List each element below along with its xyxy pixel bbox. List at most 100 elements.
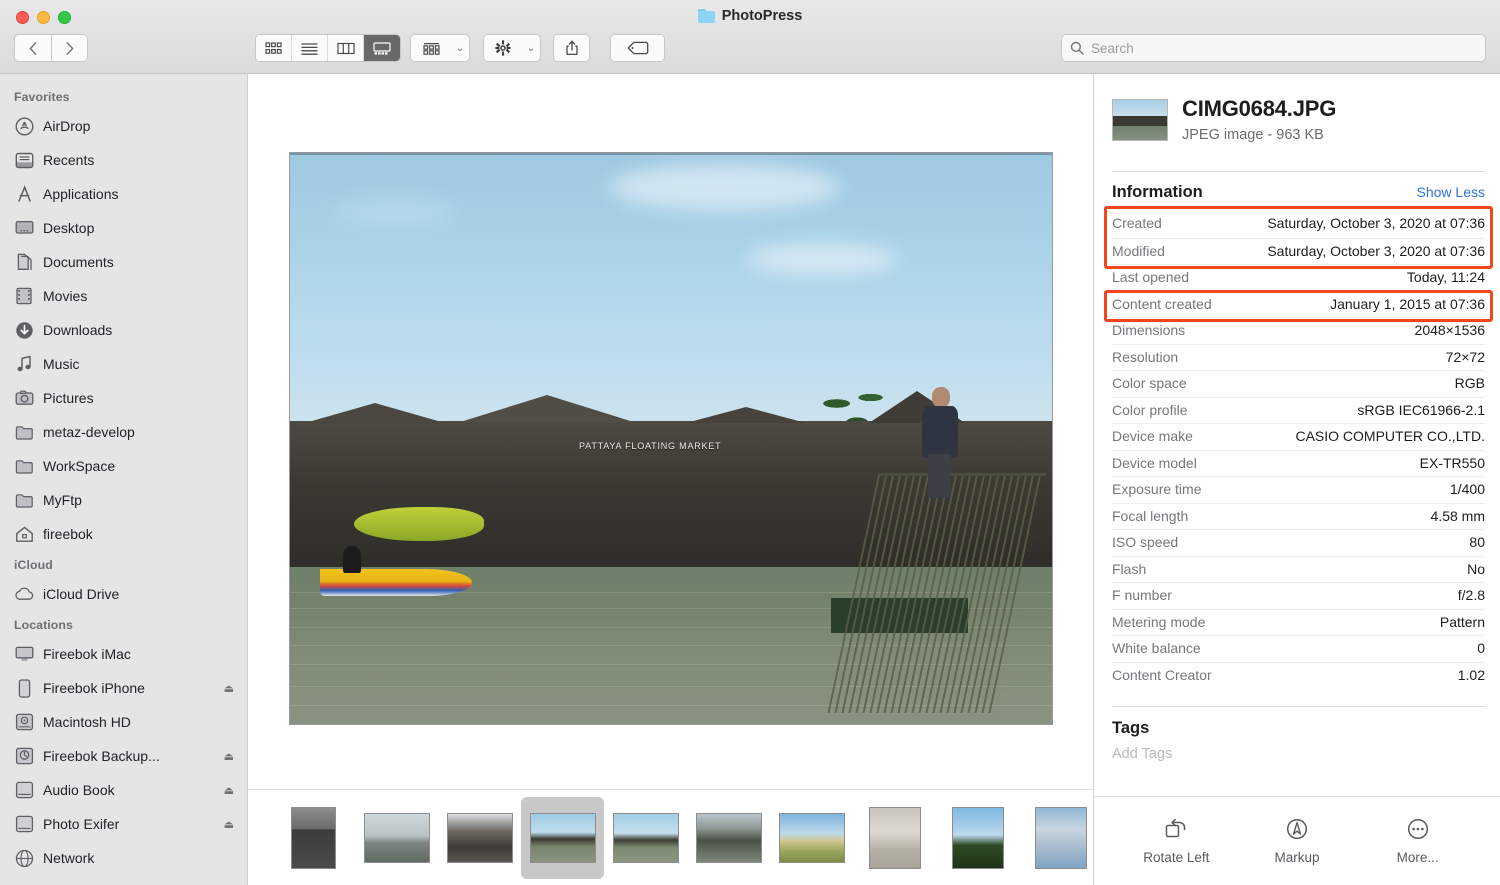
eject-icon[interactable]: ⏏ bbox=[224, 818, 234, 831]
edit-tags-button[interactable] bbox=[610, 34, 665, 62]
sidebar-item-label: Fireebok iPhone bbox=[43, 680, 145, 696]
photo-person bbox=[920, 387, 960, 498]
sidebar-item-audio-book[interactable]: Audio Book ⏏ bbox=[0, 773, 247, 807]
list-item[interactable] bbox=[936, 797, 1019, 879]
movies-icon bbox=[14, 286, 34, 306]
sidebar-item-music[interactable]: Music bbox=[0, 347, 247, 381]
sidebar-item-metaz-develop[interactable]: metaz-develop bbox=[0, 415, 247, 449]
finder-window: PhotoPress ⌄ ⌄ Search Favorites AirDrop … bbox=[0, 0, 1500, 885]
preview-image[interactable]: PATTAYA FLOATING MARKET bbox=[288, 152, 1053, 725]
search-field[interactable]: Search bbox=[1061, 34, 1486, 62]
window-title: PhotoPress bbox=[0, 8, 1500, 24]
sidebar-section-icloud-title: iCloud bbox=[14, 558, 53, 572]
table-row: Dimensions 2048×1536 bbox=[1112, 317, 1485, 344]
title-bar: PhotoPress ⌄ ⌄ Search bbox=[0, 0, 1500, 74]
show-less-link[interactable]: Show Less bbox=[1417, 184, 1485, 200]
sidebar-item-macintosh-hd[interactable]: Macintosh HD bbox=[0, 705, 247, 739]
sidebar-item-downloads[interactable]: Downloads bbox=[0, 313, 247, 347]
sidebar-item-myftp[interactable]: MyFtp bbox=[0, 483, 247, 517]
list-item[interactable] bbox=[853, 797, 936, 879]
column-view-button[interactable] bbox=[328, 35, 364, 61]
eject-icon[interactable]: ⏏ bbox=[224, 784, 234, 797]
row-value: January 1, 2015 at 07:36 bbox=[1330, 295, 1485, 312]
table-row: Created Saturday, October 3, 2020 at 07:3… bbox=[1112, 211, 1485, 238]
row-key: Last opened bbox=[1112, 269, 1190, 285]
table-row: Color profile sRGB IEC61966-2.1 bbox=[1112, 396, 1485, 424]
sidebar-item-fireebok-imac[interactable]: Fireebok iMac bbox=[0, 637, 247, 671]
row-key: Content created bbox=[1112, 295, 1212, 312]
sidebar-item-movies[interactable]: Movies bbox=[0, 279, 247, 313]
preview-area: PATTAYA FLOATING MARKET bbox=[248, 74, 1093, 789]
action-label: Rotate Left bbox=[1143, 850, 1210, 865]
navigation-buttons bbox=[14, 34, 88, 62]
sidebar-item-pictures[interactable]: Pictures bbox=[0, 381, 247, 415]
chevron-right-icon bbox=[66, 41, 73, 55]
timemachine-disk-icon bbox=[14, 746, 34, 766]
list-item[interactable] bbox=[604, 797, 687, 879]
row-key: White balance bbox=[1112, 640, 1201, 656]
gallery-view-button[interactable] bbox=[364, 35, 400, 61]
thumb-river-2 bbox=[612, 812, 679, 863]
list-item[interactable] bbox=[355, 797, 438, 879]
music-icon bbox=[14, 354, 34, 374]
gallery-icon bbox=[373, 41, 391, 54]
table-row: ISO speed 80 bbox=[1112, 529, 1485, 556]
row-value: Today, 11:24 bbox=[1406, 269, 1485, 285]
share-icon bbox=[565, 40, 578, 56]
row-key: Created bbox=[1112, 215, 1162, 231]
icon-view-button[interactable] bbox=[256, 35, 292, 61]
list-item[interactable] bbox=[770, 797, 853, 879]
photo-roof bbox=[685, 407, 806, 424]
eject-icon[interactable]: ⏏ bbox=[224, 750, 234, 763]
content-area: PATTAYA FLOATING MARKET bbox=[248, 74, 1093, 885]
photo-cloud bbox=[335, 198, 456, 225]
sidebar-item-photo-exifer[interactable]: Photo Exifer ⏏ bbox=[0, 807, 247, 841]
row-key: Modified bbox=[1112, 242, 1165, 259]
sidebar-item-recents[interactable]: Recents bbox=[0, 143, 247, 177]
tags-title: Tags bbox=[1112, 719, 1150, 737]
sidebar-item-applications[interactable]: Applications bbox=[0, 177, 247, 211]
sidebar-item-workspace[interactable]: WorkSpace bbox=[0, 449, 247, 483]
imac-icon bbox=[14, 644, 34, 664]
rotate-left-button[interactable]: Rotate Left bbox=[1126, 817, 1226, 865]
columns-icon bbox=[336, 42, 355, 54]
action-menu-button[interactable]: ⌄ bbox=[483, 34, 541, 62]
sidebar-item-documents[interactable]: Documents bbox=[0, 245, 247, 279]
row-key: Content Creator bbox=[1112, 666, 1212, 683]
list-item[interactable] bbox=[438, 797, 521, 879]
file-name: CIMG0684.JPG bbox=[1182, 96, 1337, 121]
sidebar-item-network[interactable]: Network bbox=[0, 841, 247, 875]
list-item[interactable] bbox=[521, 796, 604, 879]
more-button[interactable]: More... bbox=[1368, 817, 1468, 865]
list-item[interactable] bbox=[272, 797, 355, 879]
sidebar-item-fireebok-iphone[interactable]: Fireebok iPhone ⏏ bbox=[0, 671, 247, 705]
share-button[interactable] bbox=[553, 34, 590, 62]
thumb-clouds bbox=[1034, 806, 1087, 869]
list-item[interactable] bbox=[1019, 797, 1093, 879]
table-row: Device model EX-TR550 bbox=[1112, 449, 1485, 477]
row-value: 1.02 bbox=[1457, 666, 1485, 683]
eject-icon[interactable]: ⏏ bbox=[224, 682, 234, 695]
sidebar-item-desktop[interactable]: Desktop bbox=[0, 211, 247, 245]
back-button[interactable] bbox=[14, 34, 51, 62]
sidebar-item-label: Documents bbox=[43, 254, 114, 270]
row-key: Device model bbox=[1112, 454, 1197, 471]
sidebar-item-fireebok-backup[interactable]: Fireebok Backup... ⏏ bbox=[0, 739, 247, 773]
sidebar[interactable]: Favorites AirDrop Recents Applications D… bbox=[0, 74, 248, 885]
list-item[interactable] bbox=[687, 797, 770, 879]
photo-roof bbox=[457, 395, 638, 424]
more-icon bbox=[1407, 818, 1428, 840]
sidebar-item-fireebok[interactable]: fireebok bbox=[0, 517, 247, 551]
photo-top-edge bbox=[289, 153, 1052, 155]
list-view-button[interactable] bbox=[292, 35, 328, 61]
filmstrip[interactable] bbox=[248, 789, 1093, 885]
row-value: 0 bbox=[1477, 640, 1485, 656]
sidebar-item-icloud-drive[interactable]: iCloud Drive bbox=[0, 577, 247, 611]
group-by-button[interactable]: ⌄ bbox=[410, 34, 470, 62]
action-label: Markup bbox=[1274, 850, 1320, 865]
markup-button[interactable]: Markup bbox=[1247, 817, 1347, 865]
add-tags-input[interactable]: Add Tags bbox=[1112, 746, 1485, 762]
info-scroll-area[interactable]: CIMG0684.JPG JPEG image - 963 KB Informa… bbox=[1094, 74, 1500, 885]
sidebar-item-airdrop[interactable]: AirDrop bbox=[0, 109, 247, 143]
forward-button[interactable] bbox=[51, 34, 88, 62]
